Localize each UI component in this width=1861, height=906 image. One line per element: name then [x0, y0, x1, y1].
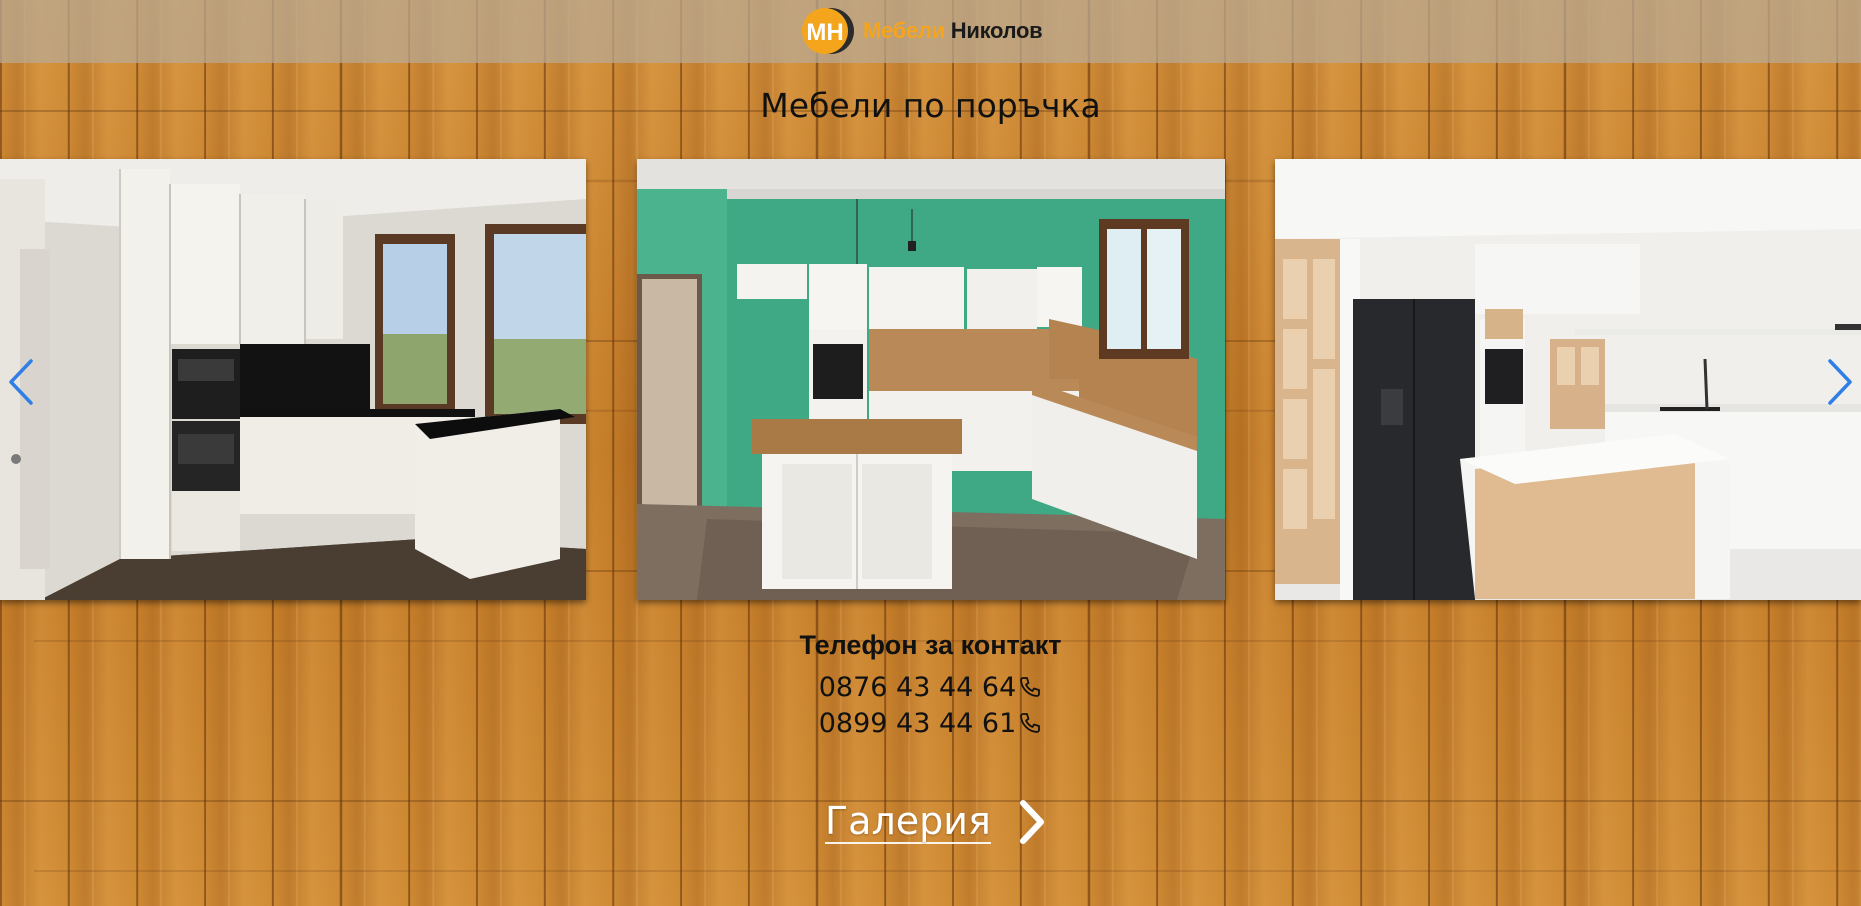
kitchen-photo-2	[637, 159, 1225, 600]
kitchen-photo-3	[1275, 159, 1861, 600]
contact-section: Телефон за контакт 0876 43 44 64 0899 43…	[0, 630, 1861, 741]
chevron-right-icon	[1828, 359, 1852, 405]
carousel-slide-1[interactable]	[0, 159, 586, 600]
phone-number-2: 0899 43 44 61	[818, 707, 1017, 739]
carousel-slide-2[interactable]	[637, 159, 1225, 600]
phone-link-1[interactable]: 0876 43 44 64	[0, 669, 1861, 705]
logo-monogram: МН	[806, 19, 843, 46]
contact-title: Телефон за контакт	[799, 630, 1062, 660]
chevron-right-icon	[1017, 799, 1047, 845]
site-header: МН Мебели Николов	[0, 0, 1861, 63]
chevron-left-icon	[9, 359, 33, 405]
carousel-slide-3[interactable]	[1275, 159, 1861, 600]
phone-link-2[interactable]: 0899 43 44 61	[0, 705, 1861, 741]
image-carousel	[0, 159, 1861, 600]
logo-wordmark: Мебели Николов	[863, 18, 1043, 44]
phone-icon	[1018, 711, 1042, 735]
gallery-link[interactable]: Галерия	[825, 792, 1047, 852]
carousel-next-button[interactable]	[1822, 357, 1858, 407]
phone-number-1: 0876 43 44 64	[818, 671, 1017, 703]
carousel-prev-button[interactable]	[3, 357, 39, 407]
kitchen-photo-1	[0, 159, 586, 600]
logo-home-link[interactable]: МН Мебели Николов	[797, 7, 1043, 55]
gallery-label: Галерия	[825, 799, 991, 844]
logo-icon: МН	[797, 7, 857, 55]
phone-icon	[1018, 675, 1042, 699]
page-title: Мебели по поръчка	[760, 86, 1101, 125]
brand-secondary: Николов	[950, 18, 1043, 43]
brand-primary: Мебели	[863, 18, 945, 43]
